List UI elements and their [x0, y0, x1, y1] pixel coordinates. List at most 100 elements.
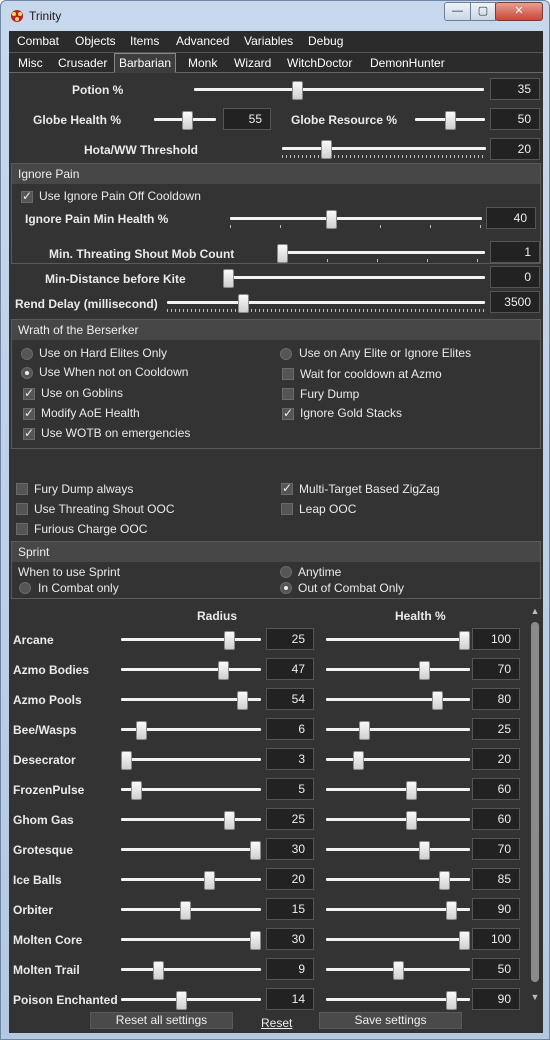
slider-thumb[interactable]: [406, 781, 417, 800]
reset-all-settings-button[interactable]: Reset all settings: [90, 1012, 233, 1029]
menu-debug[interactable]: Debug: [308, 34, 343, 48]
avoid-health-value[interactable]: 60: [472, 778, 520, 800]
sprint-in-combat-radio[interactable]: [19, 582, 31, 594]
avoid-radius-slider[interactable]: [121, 749, 261, 771]
scroll-up-arrow-icon[interactable]: ▲: [530, 606, 540, 616]
threat-shout-ooc-checkbox[interactable]: [16, 503, 28, 515]
avoid-health-value[interactable]: 25: [472, 718, 520, 740]
avoid-radius-slider[interactable]: [121, 659, 261, 681]
avoid-radius-value[interactable]: 3: [266, 748, 314, 770]
avoid-health-slider[interactable]: [326, 929, 470, 951]
avoid-health-value[interactable]: 70: [472, 838, 520, 860]
avoid-health-slider[interactable]: [326, 779, 470, 801]
avoid-radius-slider[interactable]: [121, 809, 261, 831]
slider-thumb[interactable]: [224, 811, 235, 830]
slider-thumb[interactable]: [176, 991, 187, 1010]
avoid-health-slider[interactable]: [326, 839, 470, 861]
avoid-radius-value[interactable]: 25: [266, 808, 314, 830]
avoid-radius-value[interactable]: 9: [266, 958, 314, 980]
tab-wizard[interactable]: Wizard: [229, 53, 276, 73]
avoid-radius-slider[interactable]: [121, 779, 261, 801]
furious-charge-ooc-checkbox[interactable]: [16, 523, 28, 535]
avoid-radius-value[interactable]: 54: [266, 688, 314, 710]
slider-thumb[interactable]: [446, 991, 457, 1010]
slider-thumb[interactable]: [238, 294, 249, 313]
slider-thumb[interactable]: [393, 961, 404, 980]
avoid-radius-value[interactable]: 25: [266, 628, 314, 650]
slider-thumb[interactable]: [204, 871, 215, 890]
tab-crusader[interactable]: Crusader: [53, 53, 112, 73]
avoid-radius-value[interactable]: 47: [266, 658, 314, 680]
avoid-radius-value[interactable]: 30: [266, 838, 314, 860]
threat-shout-value[interactable]: 1: [490, 241, 540, 263]
avoidance-scrollbar[interactable]: ▲ ▼: [529, 606, 541, 1004]
avoid-health-value[interactable]: 90: [472, 988, 520, 1010]
wotb-fury-dump-checkbox[interactable]: [282, 388, 294, 400]
avoid-health-value[interactable]: 85: [472, 868, 520, 890]
multi-target-zigzag-checkbox[interactable]: [281, 481, 293, 495]
potion-value[interactable]: 35: [490, 78, 540, 100]
kite-slider[interactable]: [223, 267, 485, 289]
slider-thumb[interactable]: [406, 811, 417, 830]
avoid-radius-value[interactable]: 6: [266, 718, 314, 740]
avoid-health-slider[interactable]: [326, 689, 470, 711]
globe-health-value[interactable]: 55: [223, 108, 271, 130]
avoid-health-slider[interactable]: [326, 899, 470, 921]
slider-thumb[interactable]: [459, 931, 470, 950]
slider-thumb[interactable]: [326, 210, 337, 229]
tab-monk[interactable]: Monk: [183, 53, 222, 73]
avoid-health-value[interactable]: 60: [472, 808, 520, 830]
wotb-wait-azmo-checkbox[interactable]: [282, 368, 294, 380]
menu-combat[interactable]: Combat: [17, 34, 59, 48]
tab-witchdoctor[interactable]: WitchDoctor: [282, 53, 357, 73]
avoid-radius-value[interactable]: 5: [266, 778, 314, 800]
slider-thumb[interactable]: [218, 661, 229, 680]
slider-thumb[interactable]: [432, 691, 443, 710]
scrollbar-thumb[interactable]: [531, 622, 539, 982]
avoid-health-slider[interactable]: [326, 719, 470, 741]
rend-value[interactable]: 3500: [490, 291, 540, 313]
menu-advanced[interactable]: Advanced: [176, 34, 229, 48]
avoid-health-value[interactable]: 20: [472, 748, 520, 770]
avoid-health-value[interactable]: 100: [472, 928, 520, 950]
avoid-radius-slider[interactable]: [121, 689, 261, 711]
fury-dump-always-checkbox[interactable]: [16, 483, 28, 495]
slider-thumb[interactable]: [250, 841, 261, 860]
slider-thumb[interactable]: [250, 931, 261, 950]
slider-thumb[interactable]: [182, 111, 193, 130]
menu-items[interactable]: Items: [130, 34, 159, 48]
avoid-health-slider[interactable]: [326, 659, 470, 681]
avoid-health-value[interactable]: 70: [472, 658, 520, 680]
slider-thumb[interactable]: [237, 691, 248, 710]
leap-ooc-checkbox[interactable]: [281, 503, 293, 515]
avoid-radius-value[interactable]: 20: [266, 868, 314, 890]
avoid-health-value[interactable]: 50: [472, 958, 520, 980]
menu-objects[interactable]: Objects: [75, 34, 116, 48]
wotb-goblins-checkbox[interactable]: [23, 386, 35, 400]
avoid-radius-slider[interactable]: [121, 719, 261, 741]
avoid-health-slider[interactable]: [326, 809, 470, 831]
slider-thumb[interactable]: [353, 751, 364, 770]
close-button[interactable]: ✕: [495, 2, 543, 21]
slider-thumb[interactable]: [419, 661, 430, 680]
avoid-health-slider[interactable]: [326, 749, 470, 771]
rend-slider[interactable]: [167, 292, 485, 314]
hota-value[interactable]: 20: [490, 138, 540, 160]
avoid-radius-slider[interactable]: [121, 929, 261, 951]
avoid-radius-value[interactable]: 14: [266, 988, 314, 1010]
wotb-hard-elites-radio[interactable]: [21, 348, 33, 360]
globe-resource-value[interactable]: 50: [490, 108, 540, 130]
globe-health-slider[interactable]: [154, 109, 216, 131]
slider-thumb[interactable]: [292, 81, 303, 100]
avoid-radius-slider[interactable]: [121, 629, 261, 651]
slider-thumb[interactable]: [439, 871, 450, 890]
avoid-health-slider[interactable]: [326, 959, 470, 981]
ignore-pain-value[interactable]: 40: [486, 207, 536, 229]
slider-thumb[interactable]: [224, 631, 235, 650]
tab-misc[interactable]: Misc: [13, 53, 48, 73]
avoid-radius-value[interactable]: 15: [266, 898, 314, 920]
sprint-anytime-radio[interactable]: [280, 566, 292, 578]
slider-thumb[interactable]: [459, 631, 470, 650]
avoid-radius-slider[interactable]: [121, 869, 261, 891]
tab-barbarian[interactable]: Barbarian: [114, 53, 177, 73]
